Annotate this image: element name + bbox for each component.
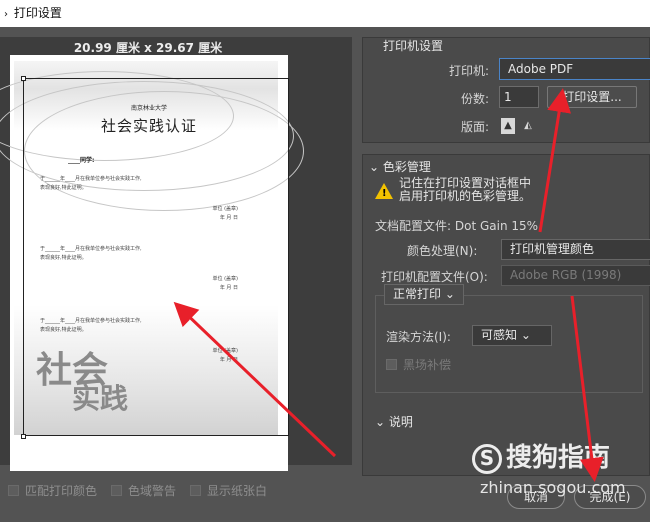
print-settings-button[interactable]: 打印设置... (547, 86, 637, 108)
match-print-colors-checkbox[interactable]: 匹配打印颜色 (8, 482, 97, 499)
print-preview: 20.99 厘米 x 29.67 厘米 南京林业大学 社会实践认证 ____同学… (0, 37, 352, 471)
printer-setup-panel: 打印机设置 打印机: Adobe PDF 份数: 1 打印设置... 版面: ▲… (362, 37, 650, 143)
color-management-header[interactable]: ⌄ 色彩管理 (369, 158, 431, 175)
gamut-warning-checkbox[interactable]: 色域警告 (111, 482, 176, 499)
color-management-panel: ⌄ 色彩管理 ! 记住在打印设置对话框中 启用打印机的色彩管理。 文档配置文件:… (362, 154, 650, 476)
print-mode-group: 正常打印 ⌄ 渲染方法(I): 可感知 ⌄ 黑场补偿 (375, 284, 643, 393)
show-paper-white-checkbox[interactable]: 显示纸张白 (190, 482, 267, 499)
print-mode-select[interactable]: 正常打印 ⌄ (384, 284, 464, 305)
preview-paper: 南京林业大学 社会实践认证 ____同学: 于______年____月在我单位参… (0, 55, 304, 471)
printer-select[interactable]: Adobe PDF (499, 58, 650, 80)
chevron-down-icon: ⌄ (444, 287, 455, 301)
chevron-down-icon: ⌄ (520, 328, 531, 342)
watermark-url: zhinan.sogou.com (480, 478, 626, 497)
back-chevron-icon[interactable]: › (4, 9, 8, 20)
chevron-down-icon: ⌄ (375, 415, 386, 429)
printer-setup-title: 打印机设置 (383, 39, 444, 53)
sogou-logo-icon: S (472, 443, 502, 474)
document-profile: 文档配置文件: Dot Gain 15% (375, 219, 539, 233)
printer-label: 打印机: (448, 64, 489, 78)
color-handling-label: 颜色处理(N): (407, 244, 478, 258)
color-handling-select[interactable]: 打印机管理颜色 (501, 239, 650, 260)
printer-profile-select[interactable]: Adobe RGB (1998) (501, 265, 650, 286)
render-method-select[interactable]: 可感知 ⌄ (472, 325, 552, 346)
paper-dimensions: 20.99 厘米 x 29.67 厘米 (73, 41, 223, 55)
copies-input[interactable]: 1 (499, 86, 539, 108)
window-titlebar: › 打印设置 (0, 0, 650, 27)
window-title: 打印设置 (13, 6, 62, 20)
render-method-label: 渲染方法(I): (386, 330, 451, 344)
copies-label: 份数: (460, 92, 489, 106)
crop-frame[interactable] (23, 78, 289, 436)
layout-label: 版面: (460, 120, 489, 134)
chevron-down-icon: ⌄ (369, 160, 380, 174)
portrait-orientation-icon[interactable]: ▲ (501, 118, 515, 134)
black-point-checkbox[interactable]: 黑场补偿 (386, 356, 451, 373)
printer-profile-label: 打印机配置文件(O): (381, 270, 488, 284)
color-warning-text: 记住在打印设置对话框中 启用打印机的色彩管理。 (399, 176, 532, 203)
crop-handle-top-left[interactable] (21, 76, 26, 81)
crop-handle-bottom-left[interactable] (21, 434, 26, 439)
description-header[interactable]: ⌄ 说明 (375, 413, 413, 430)
landscape-orientation-icon[interactable]: ◭ (521, 118, 535, 134)
sogou-watermark: S 搜狗指南 (472, 437, 610, 474)
preview-options: 匹配打印颜色 色域警告 显示纸张白 (8, 482, 267, 499)
